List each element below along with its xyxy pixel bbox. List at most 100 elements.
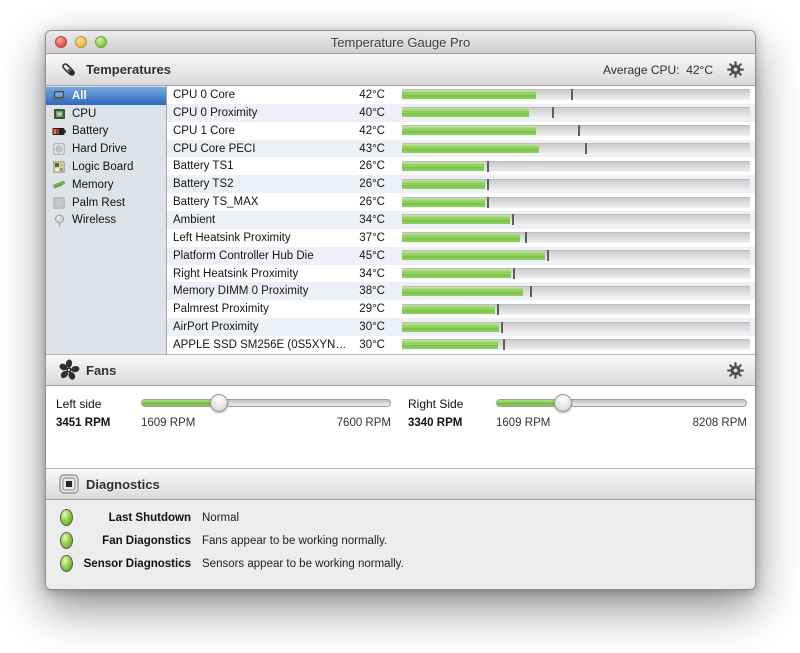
- sidebar-item-memory[interactable]: Memory: [46, 176, 166, 194]
- status-led-icon: [60, 532, 73, 549]
- sensor-row[interactable]: Memory DIMM 0 Proximity 38°C: [167, 282, 755, 300]
- sidebar-item-label: Wireless: [72, 214, 116, 226]
- temperatures-header: Temperatures Average CPU: 42°C: [46, 54, 755, 86]
- diagnostics-title: Diagnostics: [86, 477, 160, 492]
- temperature-max-tick: [501, 322, 503, 333]
- sensor-row[interactable]: Battery TS1 26°C: [167, 157, 755, 175]
- fan-slider-knob[interactable]: [210, 394, 228, 412]
- temperature-max-tick: [530, 286, 532, 297]
- fans-settings-gear-icon[interactable]: [725, 360, 745, 380]
- sensor-row[interactable]: Left Heatsink Proximity 37°C: [167, 229, 755, 247]
- sensor-row[interactable]: Ambient 34°C: [167, 211, 755, 229]
- sensor-row[interactable]: AirPort Proximity 30°C: [167, 318, 755, 336]
- temperature-bar: [402, 143, 750, 154]
- fan-slider-fill: [142, 400, 219, 406]
- temperature-max-tick: [487, 197, 489, 208]
- temperature-bar: [402, 161, 750, 172]
- fan-speed-slider[interactable]: [496, 399, 747, 407]
- temperature-bar: [402, 268, 750, 279]
- diagnostic-status: Fans appear to be working normally.: [202, 535, 387, 547]
- sidebar-item-palm-rest[interactable]: Palm Rest: [46, 194, 166, 212]
- temperature-max-tick: [503, 339, 505, 350]
- sensor-name: CPU 1 Core: [173, 125, 345, 137]
- fan-icon: [56, 359, 82, 381]
- temperature-bar: [402, 214, 750, 225]
- diagnostic-label: Last Shutdown: [77, 512, 191, 524]
- temperature-max-tick: [547, 250, 549, 261]
- temperature-bar: [402, 179, 750, 190]
- sensor-temperature: 30°C: [345, 339, 385, 351]
- sensor-row[interactable]: CPU 1 Core 42°C: [167, 122, 755, 140]
- temperature-max-tick: [585, 143, 587, 154]
- fan-label: Right Side: [408, 397, 463, 411]
- sensor-temperature: 26°C: [345, 178, 385, 190]
- sensor-row[interactable]: CPU 0 Proximity 40°C: [167, 104, 755, 122]
- sensor-temperature: 42°C: [345, 125, 385, 137]
- sensor-temperature: 34°C: [345, 268, 385, 280]
- sidebar-item-cpu[interactable]: CPU: [46, 105, 166, 123]
- sidebar-item-hard-drive[interactable]: Hard Drive: [46, 140, 166, 158]
- fan-speed-slider[interactable]: [141, 399, 391, 407]
- sidebar-item-label: Logic Board: [72, 161, 133, 173]
- diagnostic-label: Sensor Diagnostics: [77, 558, 191, 570]
- sensor-row[interactable]: Platform Controller Hub Die 45°C: [167, 247, 755, 265]
- diagnostics-panel: Last Shutdown Normal Fan Diagonstics Fan…: [46, 500, 755, 589]
- temperature-bar-fill: [402, 215, 510, 224]
- sensor-temperature: 43°C: [345, 143, 385, 155]
- diagnostic-status: Sensors appear to be working normally.: [202, 558, 404, 570]
- sidebar-item-wireless[interactable]: Wireless: [46, 212, 166, 230]
- sidebar-item-logic-board[interactable]: Logic Board: [46, 158, 166, 176]
- temperature-bar: [402, 89, 750, 100]
- thermometer-icon: [56, 59, 82, 81]
- fan-slider-knob[interactable]: [554, 394, 572, 412]
- palm-rest-icon: [51, 196, 67, 209]
- sensor-row[interactable]: Right Heatsink Proximity 34°C: [167, 265, 755, 283]
- window-titlebar[interactable]: Temperature Gauge Pro: [46, 31, 755, 54]
- fan-rpm-value: 3451 RPM: [56, 417, 110, 429]
- sidebar-item-battery[interactable]: Battery: [46, 123, 166, 141]
- sensor-row[interactable]: Battery TS2 26°C: [167, 175, 755, 193]
- sensor-name: Memory DIMM 0 Proximity: [173, 285, 345, 297]
- temperatures-settings-gear-icon[interactable]: [725, 60, 745, 80]
- temperature-max-tick: [578, 125, 580, 136]
- sensor-row[interactable]: CPU 0 Core 42°C: [167, 86, 755, 104]
- sensor-name: APPLE SSD SM256E (0S5XYN…: [173, 339, 345, 351]
- temperatures-title: Temperatures: [86, 62, 171, 77]
- temperature-bar: [402, 304, 750, 315]
- battery-icon: [51, 125, 67, 138]
- sensor-name: Battery TS2: [173, 178, 345, 190]
- temperature-bar: [402, 107, 750, 118]
- temperature-bar-fill: [402, 90, 536, 99]
- diagnostic-status: Normal: [202, 512, 239, 524]
- sensor-row[interactable]: CPU Core PECI 43°C: [167, 140, 755, 158]
- diagnostics-header: Diagnostics: [46, 468, 755, 500]
- sensor-temperature: 45°C: [345, 250, 385, 262]
- sensor-row[interactable]: Battery TS_MAX 26°C: [167, 193, 755, 211]
- sensor-name: Ambient: [173, 214, 345, 226]
- temperature-bar-fill: [402, 126, 536, 135]
- temperature-max-tick: [487, 179, 489, 190]
- fans-title: Fans: [86, 363, 116, 378]
- sidebar-item-label: All: [72, 90, 87, 102]
- fans-panel: Left side 3451 RPM 1609 RPM 7600 RPM Rig…: [46, 386, 755, 468]
- sensor-row[interactable]: Palmrest Proximity 29°C: [167, 300, 755, 318]
- temperature-bar-fill: [402, 198, 485, 207]
- sidebar-item-label: Hard Drive: [72, 143, 127, 155]
- window-title: Temperature Gauge Pro: [46, 35, 755, 50]
- sensor-name: Palmrest Proximity: [173, 303, 345, 315]
- sidebar-item-all[interactable]: All: [46, 87, 166, 105]
- temperature-bar-fill: [402, 305, 495, 314]
- sensor-row[interactable]: APPLE SSD SM256E (0S5XYN… 30°C: [167, 336, 755, 354]
- temperature-bar: [402, 125, 750, 136]
- sensor-temperature: 26°C: [345, 196, 385, 208]
- sidebar-item-label: Memory: [72, 179, 114, 191]
- temperature-bar-fill: [402, 251, 545, 260]
- cpu-icon: [51, 107, 67, 120]
- diagnostic-row: Sensor Diagnostics Sensors appear to be …: [46, 552, 755, 575]
- temperature-bar: [402, 197, 750, 208]
- sidebar-item-label: Battery: [72, 125, 108, 137]
- fan-min-rpm: 1609 RPM: [496, 417, 550, 429]
- logic-board-icon: [51, 161, 67, 174]
- status-led-icon: [60, 555, 73, 572]
- wireless-icon: [51, 214, 67, 227]
